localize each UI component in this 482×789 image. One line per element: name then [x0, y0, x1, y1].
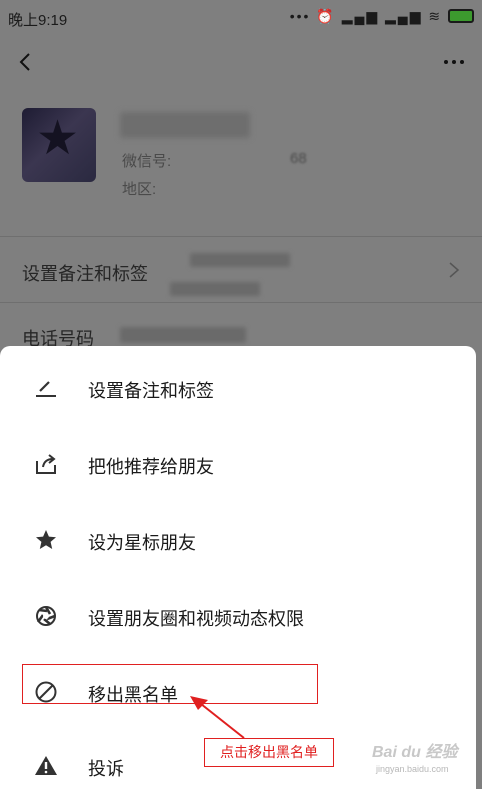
phone-number-redacted: [120, 327, 246, 343]
menu-item-recommend[interactable]: 把他推荐给朋友: [0, 426, 476, 502]
signal-icon: ▂▄▆: [341, 8, 380, 24]
menu-item-set-remark[interactable]: 设置备注和标签: [0, 350, 476, 426]
more-dots-icon: •••: [289, 8, 311, 24]
highlight-box: [22, 664, 318, 704]
profile-header: 微信号: 68 地区:: [0, 100, 482, 296]
contact-name-redacted: [120, 112, 250, 138]
menu-item-star-friend[interactable]: 设为星标朋友: [0, 502, 476, 578]
menu-item-label: 设为星标朋友: [88, 533, 196, 553]
wechat-id-suffix: 68: [290, 150, 307, 167]
wechat-id-row: 微信号:: [122, 150, 171, 171]
status-bar: 晚上9:19 ••• ⏰ ▂▄▆ ▂▄▆ ≋: [0, 0, 482, 36]
chevron-right-icon: [449, 262, 460, 278]
baidu-watermark: Bai du 经验 jingyan.baidu.com: [372, 738, 472, 778]
alarm-icon: ⏰: [316, 8, 336, 24]
menu-item-moments-permission[interactable]: 设置朋友圈和视频动态权限: [0, 578, 476, 654]
wechat-id-label: 微信号:: [122, 153, 172, 170]
annotation-arrow: [190, 696, 245, 739]
wifi-icon: ≋: [428, 8, 443, 24]
remark-row[interactable]: 设置备注和标签: [0, 238, 482, 302]
status-time: 晚上9:19: [8, 12, 68, 29]
region-row: 地区:: [122, 178, 156, 199]
chevron-left-icon[interactable]: [14, 50, 38, 74]
aperture-icon: [36, 606, 56, 626]
remark-row-label: 设置备注和标签: [22, 264, 148, 284]
navbar: [0, 40, 482, 84]
menu-item-label: 设置备注和标签: [88, 381, 214, 401]
divider: [0, 236, 482, 237]
avatar[interactable]: [22, 108, 96, 182]
menu-item-label: 投诉: [88, 759, 124, 779]
annotation-label: 点击移出黑名单: [204, 738, 334, 767]
watermark-url: jingyan.baidu.com: [376, 764, 449, 774]
watermark-brand: Bai du 经验: [372, 744, 458, 761]
region-label: 地区:: [122, 181, 157, 198]
star-icon: [36, 530, 56, 549]
battery-charging-icon: [448, 9, 474, 24]
status-icons: ••• ⏰ ▂▄▆ ▂▄▆ ≋: [290, 8, 474, 25]
signal-icon: ▂▄▆: [385, 8, 423, 24]
share-icon: [36, 454, 56, 474]
phone-row[interactable]: 电话号码: [0, 303, 482, 351]
menu-item-label: 设置朋友圈和视频动态权限: [88, 609, 304, 629]
pencil-icon: [36, 381, 56, 397]
more-horizontal-icon[interactable]: [440, 50, 468, 74]
menu-item-label: 把他推荐给朋友: [88, 457, 214, 477]
warning-icon: [35, 756, 57, 775]
